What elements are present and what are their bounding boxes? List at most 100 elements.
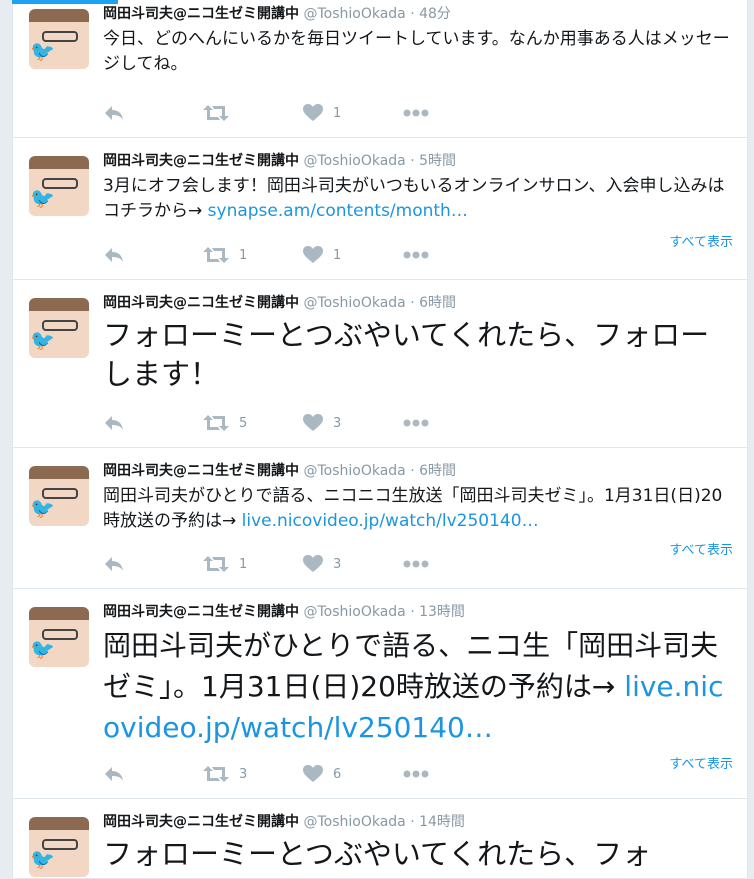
tweet-body: フォローミーとつぶやいてくれたら、フォローします！ [103, 318, 710, 391]
tweet-text: 3月にオフ会します！岡田斗司夫がいつもいるオンラインサロン、入会申し込みはコチラ… [103, 174, 733, 224]
user-name[interactable]: 岡田斗司夫@ニコ生ゼミ開講中 [103, 295, 299, 311]
reply-button[interactable] [103, 103, 125, 123]
like-button[interactable]: 3 [303, 413, 341, 433]
tweet-actions: 1 1 [103, 245, 463, 265]
avatar[interactable]: 🐦 [29, 607, 89, 667]
heart-icon [303, 104, 323, 121]
show-all-link[interactable]: すべて表示 [669, 539, 733, 558]
tweet-time[interactable]: 5時間 [419, 153, 456, 169]
user-name[interactable]: 岡田斗司夫@ニコ生ゼミ開講中 [103, 6, 299, 22]
tweet-header: 岡田斗司夫@ニコ生ゼミ開講中 @ToshioOkada · 6時間 [103, 462, 733, 480]
bird-icon: 🐦 [30, 39, 55, 63]
reply-icon [105, 248, 123, 262]
bird-icon: 🐦 [30, 186, 55, 210]
user-name[interactable]: 岡田斗司夫@ニコ生ゼミ開講中 [103, 814, 299, 830]
dot-separator: · [410, 6, 420, 22]
avatar[interactable]: 🐦 [29, 298, 89, 358]
more-button[interactable] [403, 245, 429, 265]
user-name[interactable]: 岡田斗司夫@ニコ生ゼミ開講中 [103, 153, 299, 169]
more-button[interactable] [403, 554, 429, 574]
tweet-header: 岡田斗司夫@ニコ生ゼミ開講中 @ToshioOkada · 48分 [103, 5, 733, 23]
avatar[interactable]: 🐦 [29, 466, 89, 526]
reply-button[interactable] [103, 413, 125, 433]
tweet[interactable]: 🐦 岡田斗司夫@ニコ生ゼミ開講中 @ToshioOkada · 48分 今日、ど… [12, 0, 748, 138]
tweet-header: 岡田斗司夫@ニコ生ゼミ開講中 @ToshioOkada · 14時間 [103, 813, 733, 831]
retweet-button[interactable]: 3 [203, 764, 247, 784]
avatar[interactable]: 🐦 [29, 156, 89, 216]
avatar[interactable]: 🐦 [29, 9, 89, 69]
like-button[interactable]: 1 [303, 103, 341, 123]
show-all-link[interactable]: すべて表示 [669, 231, 733, 250]
like-count: 1 [333, 247, 342, 263]
reply-button[interactable] [103, 245, 125, 265]
tweet-header: 岡田斗司夫@ニコ生ゼミ開講中 @ToshioOkada · 13時間 [103, 603, 733, 621]
like-count: 1 [333, 105, 342, 121]
tweet-text: フォローミーとつぶやいてくれたら、フォ [103, 835, 733, 874]
more-button[interactable] [403, 764, 429, 784]
tweet-actions: 1 3 [103, 554, 463, 574]
reply-icon [105, 106, 123, 120]
tweet[interactable]: 🐦 岡田斗司夫@ニコ生ゼミ開講中 @ToshioOkada · 5時間 3月にオ… [12, 138, 748, 280]
retweet-button[interactable]: 5 [203, 413, 247, 433]
like-button[interactable]: 6 [303, 764, 341, 784]
reply-icon [105, 557, 123, 571]
user-handle[interactable]: @ToshioOkada [303, 463, 405, 479]
reply-button[interactable] [103, 764, 125, 784]
tweet[interactable]: 🐦 岡田斗司夫@ニコ生ゼミ開講中 @ToshioOkada · 14時間 フォロ… [12, 799, 748, 879]
reply-button[interactable] [103, 554, 125, 574]
retweet-icon [203, 247, 229, 263]
like-button[interactable]: 1 [303, 245, 341, 265]
heart-icon [303, 414, 323, 431]
dot-separator: · [410, 604, 420, 620]
timeline: 🐦 岡田斗司夫@ニコ生ゼミ開講中 @ToshioOkada · 48分 今日、ど… [12, 0, 748, 879]
tweet-header: 岡田斗司夫@ニコ生ゼミ開講中 @ToshioOkada · 6時間 [103, 294, 733, 312]
more-button[interactable] [403, 413, 429, 433]
tweet-time[interactable]: 6時間 [419, 295, 456, 311]
retweet-count: 1 [239, 247, 248, 263]
dot-separator: · [410, 295, 420, 311]
tweet-link[interactable]: live.nicovideo.jp/watch/lv250140… [242, 511, 539, 531]
tweet-time[interactable]: 13時間 [419, 604, 465, 620]
tweet-time[interactable]: 6時間 [419, 463, 456, 479]
retweet-icon [203, 556, 229, 572]
user-handle[interactable]: @ToshioOkada [303, 153, 405, 169]
more-button[interactable] [403, 103, 429, 123]
heart-icon [303, 765, 323, 782]
bird-icon: 🐦 [30, 637, 55, 661]
tweet[interactable]: 🐦 岡田斗司夫@ニコ生ゼミ開講中 @ToshioOkada · 6時間 フォロー… [12, 280, 748, 448]
retweet-count: 3 [239, 766, 248, 782]
like-button[interactable]: 3 [303, 554, 341, 574]
user-handle[interactable]: @ToshioOkada [303, 814, 405, 830]
tweet-time[interactable]: 48分 [419, 6, 451, 22]
tweet-text: 岡田斗司夫がひとりで語る、ニコ生「岡田斗司夫ゼミ」。1月31日(日)20時放送の… [103, 625, 733, 748]
tweet[interactable]: 🐦 岡田斗司夫@ニコ生ゼミ開講中 @ToshioOkada · 6時間 岡田斗司… [12, 448, 748, 589]
tweet-text: 岡田斗司夫がひとりで語る、ニコニコ生放送「岡田斗司夫ゼミ」。1月31日(日)20… [103, 484, 733, 534]
retweet-icon [203, 105, 229, 121]
like-count: 3 [333, 556, 342, 572]
tweet-body: 今日、どのへんにいるかを毎日ツイートしています。なんか用事ある人はメッセージして… [103, 29, 730, 74]
more-dots-icon [403, 560, 429, 568]
show-all-link[interactable]: すべて表示 [669, 753, 733, 772]
user-handle[interactable]: @ToshioOkada [303, 295, 405, 311]
tweet[interactable]: 🐦 岡田斗司夫@ニコ生ゼミ開講中 @ToshioOkada · 13時間 岡田斗… [12, 589, 748, 799]
avatar[interactable]: 🐦 [29, 817, 89, 877]
user-handle[interactable]: @ToshioOkada [303, 6, 405, 22]
tweet-actions: 3 6 [103, 764, 463, 784]
loading-progress-bar [12, 0, 118, 4]
retweet-button[interactable] [203, 103, 239, 123]
bird-icon: 🐦 [30, 847, 55, 871]
retweet-button[interactable]: 1 [203, 554, 247, 574]
retweet-icon [203, 415, 229, 431]
user-handle[interactable]: @ToshioOkada [303, 604, 405, 620]
more-dots-icon [403, 251, 429, 259]
retweet-button[interactable]: 1 [203, 245, 247, 265]
dot-separator: · [410, 153, 420, 169]
dot-separator: · [410, 463, 420, 479]
bird-icon: 🐦 [30, 496, 55, 520]
user-name[interactable]: 岡田斗司夫@ニコ生ゼミ開講中 [103, 604, 299, 620]
tweet-time[interactable]: 14時間 [419, 814, 465, 830]
dot-separator: · [410, 814, 420, 830]
tweet-link[interactable]: synapse.am/contents/month… [208, 201, 468, 221]
heart-icon [303, 246, 323, 263]
user-name[interactable]: 岡田斗司夫@ニコ生ゼミ開講中 [103, 463, 299, 479]
